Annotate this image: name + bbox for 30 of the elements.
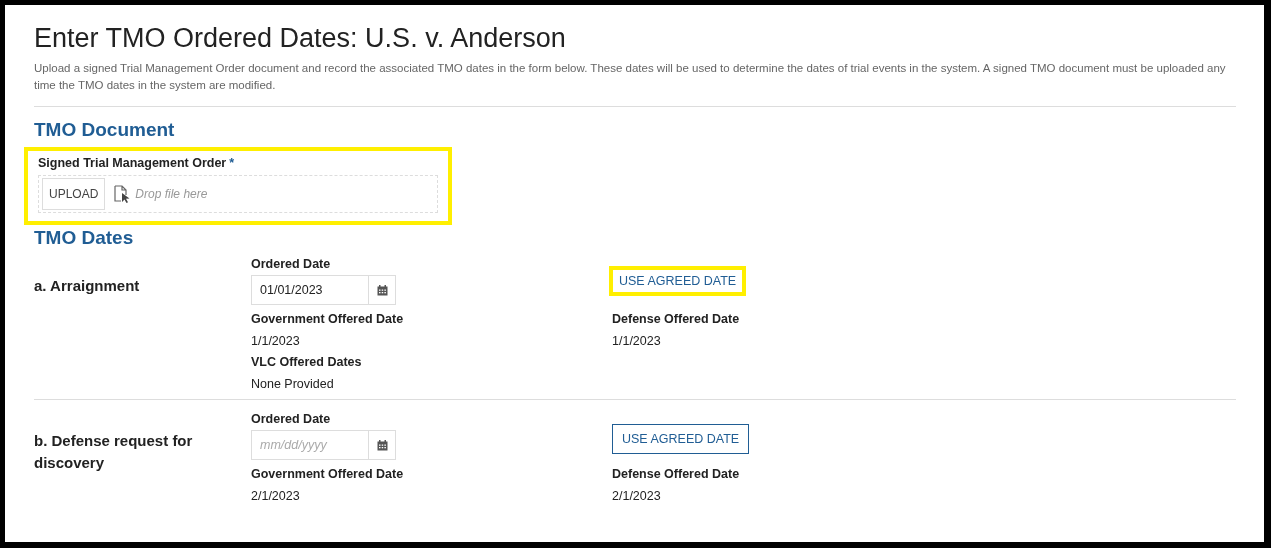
field-label: Ordered Date	[251, 412, 332, 426]
required-mark: *	[229, 156, 235, 170]
section-heading: TMO Document	[34, 119, 176, 141]
field-label: Defense Offered Date	[612, 312, 741, 326]
use-agreed-date-button[interactable]: USE AGREED DATE	[612, 424, 750, 454]
drop-placeholder: Drop file here	[135, 187, 208, 201]
calendar-icon	[376, 439, 388, 451]
field-label: Government Offered Date	[251, 467, 405, 481]
field-label: Signed Trial Management Order	[38, 156, 227, 170]
section-heading: TMO Dates	[34, 227, 135, 249]
field-value: None Provided	[251, 377, 335, 391]
field-label: Defense Offered Date	[612, 467, 741, 481]
field-value: 1/1/2023	[251, 334, 301, 348]
event-name: b. Defense request for discovery	[34, 431, 194, 473]
field-label: Ordered Date	[251, 257, 332, 271]
date-field[interactable]: 01/01/2023	[251, 275, 396, 305]
field-value: 2/1/2023	[251, 489, 301, 503]
field-label: Government Offered Date	[251, 312, 405, 326]
date-field[interactable]: mm/dd/yyyy	[251, 430, 396, 460]
event-name: a. Arraignment	[34, 276, 141, 296]
field-value: 1/1/2023	[612, 334, 662, 348]
calendar-icon	[376, 284, 388, 296]
upload-button[interactable]: UPLOAD	[42, 178, 106, 210]
file-pointer-icon	[114, 185, 131, 203]
page-description: Upload a signed Trial Management Order document and record the associated TMO dates in the form below. These dates will be used to determine the dates of trial events in the system. A signed TMO document must be uploaded any time the TMO dates in the system are modified.	[34, 61, 1227, 93]
field-label: VLC Offered Dates	[251, 355, 363, 369]
field-value: 2/1/2023	[612, 489, 662, 503]
use-agreed-date-button[interactable]: USE AGREED DATE	[609, 266, 747, 296]
page-title: Enter TMO Ordered Dates: U.S. v. Anderson	[34, 23, 567, 54]
drop-zone[interactable]: UPLOAD Drop file here	[38, 175, 438, 213]
